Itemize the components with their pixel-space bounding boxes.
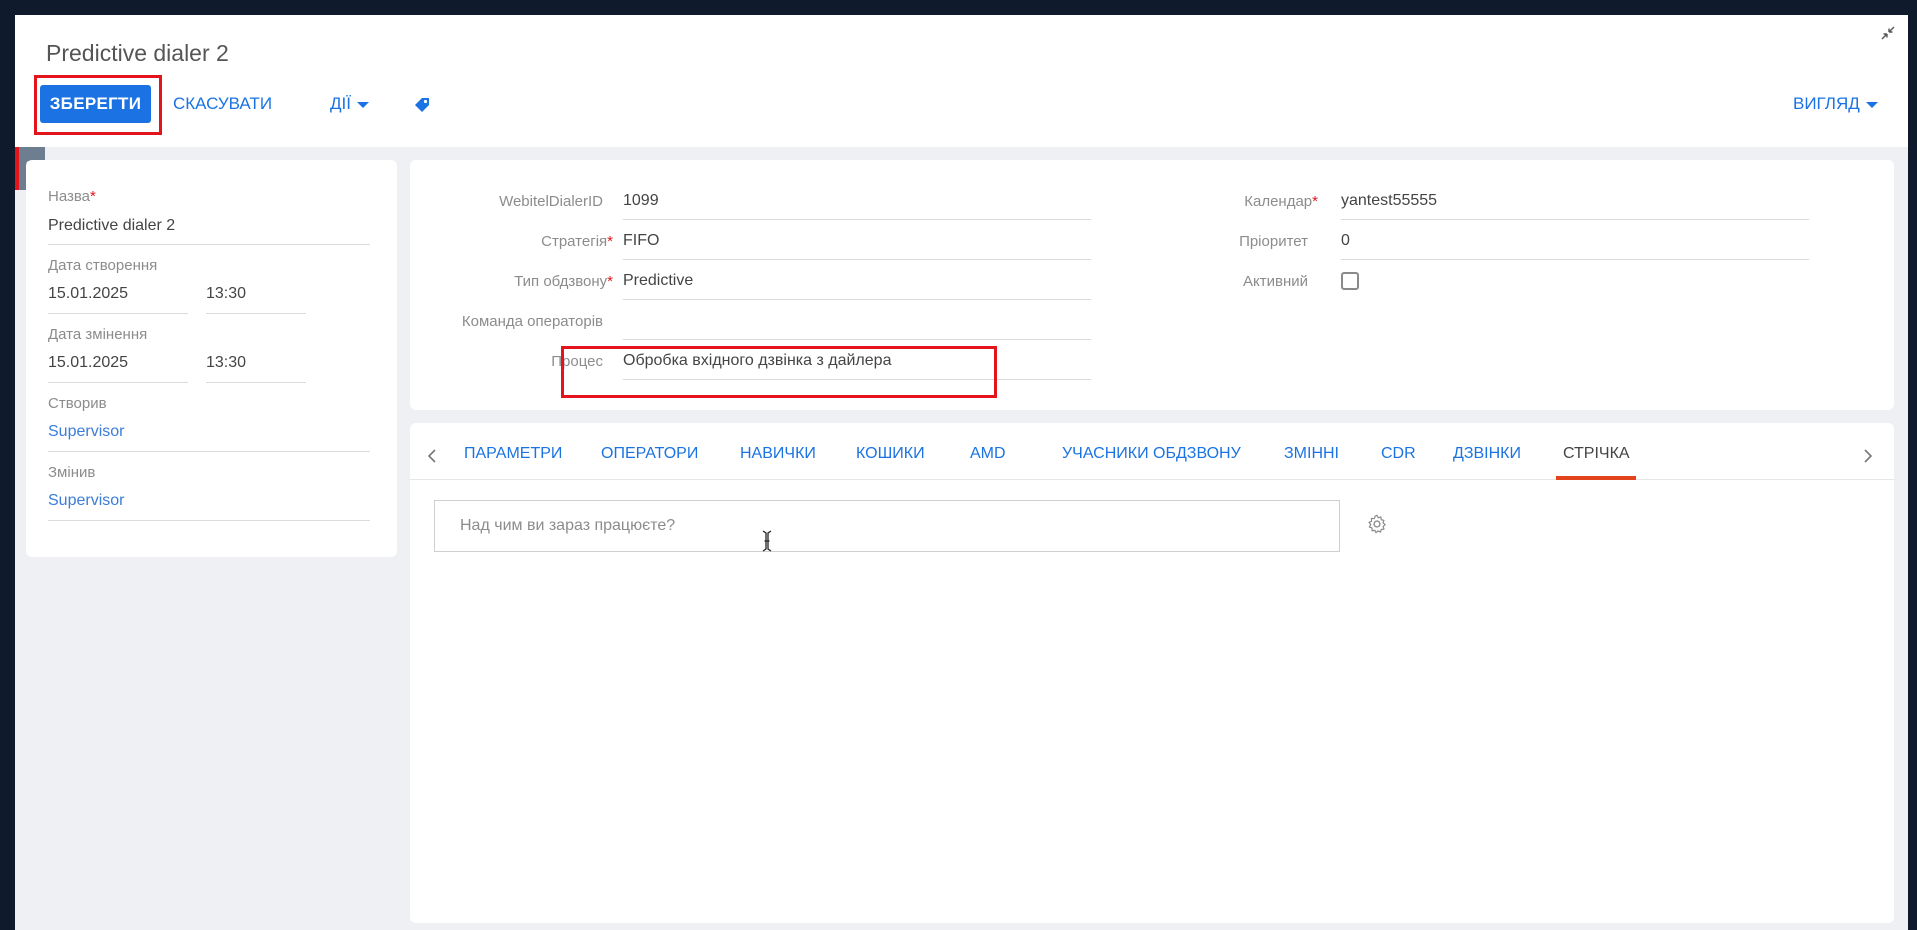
priority-field[interactable]: 0	[1341, 232, 1350, 250]
strategy-label: Стратегія*	[541, 233, 613, 250]
toolbar: ЗБЕРЕГТИ СКАСУВАТИ ДІЇ ВИГЛЯД	[40, 85, 1890, 125]
strategy-field[interactable]: FIFO	[623, 232, 659, 250]
view-dropdown[interactable]: ВИГЛЯД	[1793, 94, 1878, 114]
dialer-id-field[interactable]: 1099	[623, 192, 659, 210]
team-label: Команда операторів	[461, 313, 603, 330]
text-cursor-icon	[762, 530, 772, 552]
actions-dropdown[interactable]: ДІЇ	[330, 94, 369, 114]
tab-skills[interactable]: НАВИЧКИ	[740, 445, 816, 463]
calendar-label: Календар*	[1244, 193, 1318, 210]
created-date-field[interactable]: 15.01.2025	[48, 285, 128, 303]
active-label: Активний	[1243, 273, 1308, 290]
tab-cdr[interactable]: CDR	[1381, 445, 1416, 463]
collapse-icon[interactable]	[1880, 25, 1896, 41]
summary-card: Назва* Predictive dialer 2 Дата створенн…	[26, 160, 397, 557]
modified-time-field[interactable]: 13:30	[206, 354, 246, 372]
tabs-card: ПАРАМЕТРИ ОПЕРАТОРИ НАВИЧКИ КОШИКИ AMD У…	[410, 423, 1894, 923]
type-label: Тип обдзвону*	[514, 273, 613, 290]
dialer-id-label: WebitelDialerID	[499, 193, 603, 210]
details-card: WebitelDialerID 1099 Стратегія* FIFO Тип…	[410, 160, 1894, 410]
tab-variables[interactable]: ЗМІННІ	[1284, 445, 1339, 463]
active-checkbox[interactable]	[1341, 272, 1359, 290]
tab-feed[interactable]: СТРІЧКА	[1563, 445, 1630, 463]
active-tab-indicator	[1556, 476, 1636, 480]
modified-date-field[interactable]: 15.01.2025	[48, 354, 128, 372]
created-by-label: Створив	[48, 395, 107, 412]
name-label: Назва*	[48, 188, 96, 205]
tag-icon[interactable]	[412, 95, 432, 115]
calendar-field[interactable]: yantest55555	[1341, 192, 1437, 210]
name-field[interactable]: Predictive dialer 2	[48, 217, 175, 235]
modified-date-label: Дата змінення	[48, 326, 148, 343]
created-date-label: Дата створення	[48, 257, 158, 274]
tab-bar: ПАРАМЕТРИ ОПЕРАТОРИ НАВИЧКИ КОШИКИ AMD У…	[410, 423, 1894, 480]
modified-by-link[interactable]: Supervisor	[48, 492, 124, 510]
chevron-left-icon[interactable]	[426, 448, 438, 464]
tab-amd[interactable]: AMD	[970, 445, 1006, 463]
created-by-link[interactable]: Supervisor	[48, 423, 124, 441]
tab-calls[interactable]: ДЗВІНКИ	[1453, 445, 1521, 463]
chevron-right-icon[interactable]	[1862, 448, 1874, 464]
page-header: Predictive dialer 2 ЗБЕРЕГТИ СКАСУВАТИ Д…	[15, 15, 1908, 147]
actions-label: ДІЇ	[330, 94, 351, 113]
tab-parameters[interactable]: ПАРАМЕТРИ	[464, 445, 562, 463]
cancel-button[interactable]: СКАСУВАТИ	[173, 94, 272, 114]
chevron-down-icon	[1865, 101, 1878, 108]
created-time-field[interactable]: 13:30	[206, 285, 246, 303]
priority-label: Пріоритет	[1239, 233, 1308, 250]
view-label: ВИГЛЯД	[1793, 94, 1860, 113]
tab-baskets[interactable]: КОШИКИ	[856, 445, 925, 463]
process-field[interactable]: Обробка вхідного дзвінка з дайлера	[623, 352, 891, 370]
chevron-down-icon	[356, 101, 369, 108]
save-button[interactable]: ЗБЕРЕГТИ	[40, 85, 151, 123]
tab-operators[interactable]: ОПЕРАТОРИ	[601, 445, 698, 463]
tab-participants[interactable]: УЧАСНИКИ ОБДЗВОНУ	[1062, 445, 1241, 463]
process-label: Процес	[551, 353, 603, 370]
modified-by-label: Змінив	[48, 464, 96, 481]
type-field[interactable]: Predictive	[623, 272, 693, 290]
page-title: Predictive dialer 2	[46, 40, 229, 66]
gear-icon[interactable]	[1366, 513, 1388, 535]
feed-input[interactable]	[434, 500, 1340, 552]
app-window: Predictive dialer 2 ЗБЕРЕГТИ СКАСУВАТИ Д…	[15, 15, 1908, 930]
